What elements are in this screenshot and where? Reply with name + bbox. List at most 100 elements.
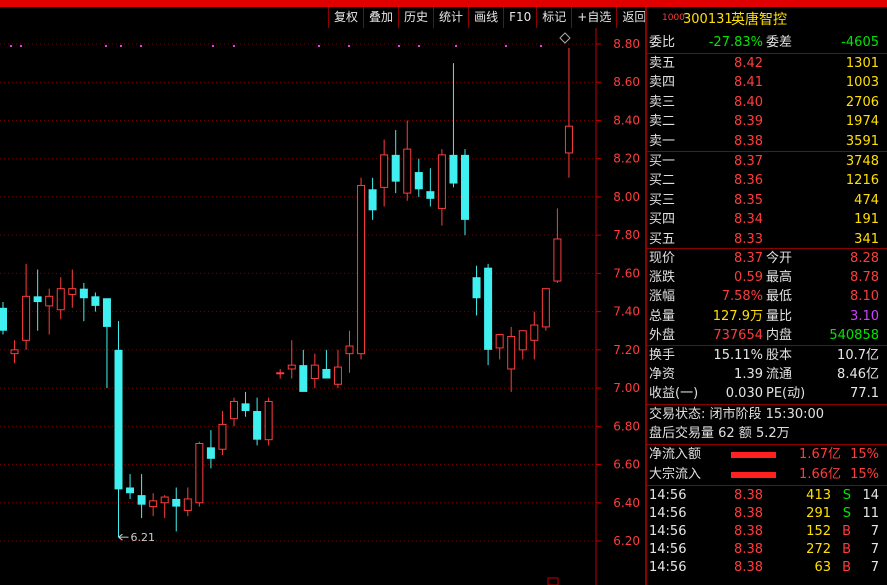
candle-body [149,500,158,508]
tick-volume: 152 [806,524,831,539]
y-tick-label: 8.00 [613,190,640,204]
toolbar-button-7[interactable]: +自选 [571,7,616,28]
ratio-row: 委比 -27.83% 委差 -4605 [647,33,887,52]
candle-body [79,288,88,299]
trade-status-text: 交易状态: 闭市阶段 15:30:00 [649,407,825,422]
tick-price: 8.38 [734,506,763,521]
ask-price: 8.40 [734,94,763,110]
tick-count: 11 [862,506,879,521]
ask-row[interactable]: 卖三 8.40 2706 [647,93,887,112]
quote-label: 最高 [766,270,793,286]
ask-label: 卖二 [649,114,676,130]
toolbar-button-6[interactable]: 标记 [536,7,571,28]
tick-price: 8.38 [734,524,763,539]
bid-price: 8.34 [734,212,763,228]
bid-row[interactable]: 买四 8.34 191 [647,210,887,229]
kline-chart[interactable]: 8.80 8.60 8.40 8.20 8.00 7.80 7.60 7.40 7.20 7.00… [0,28,643,585]
tick-time: 14:56 [649,506,687,521]
toolbar-button-4[interactable]: 画线 [468,7,503,28]
bid-row[interactable]: 买一 8.37 3748 [647,152,887,171]
tick-row[interactable]: 14:56 8.38 291 S 11 [647,504,887,523]
candle-body [126,487,135,494]
ask-row[interactable]: 卖四 8.41 1003 [647,73,887,92]
toolbar-button-3[interactable]: 统计 [433,7,468,28]
tick-row[interactable]: 14:56 8.38 272 B 7 [647,540,887,559]
signal-marker [233,45,235,47]
candle-body [160,496,169,504]
tick-time: 14:56 [649,560,687,575]
tick-row[interactable]: 14:56 8.38 152 B 7 [647,522,887,541]
stats-value: 77.1 [850,386,879,402]
stats-value: 15.11% [713,348,763,363]
quote-row: 涨幅 7.58% 最低 8.10 [647,287,887,306]
candle-body [68,288,77,295]
scroll-handle[interactable] [547,577,559,585]
quote-value: 8.37 [734,251,763,266]
y-tick-label: 6.60 [613,458,640,472]
top-red-strip [0,0,887,7]
ask-price: 8.39 [734,114,763,130]
stats-value: 10.7亿 [837,348,879,363]
quote-row: 总量 127.9万 量比 3.10 [647,307,887,326]
stats-row: 收益(一) 0.030 PE(动) 77.1 [647,384,887,403]
tick-time: 14:56 [649,542,687,557]
candle-body [403,148,412,194]
quote-label: 总量 [649,308,676,324]
stock-header: 1000 300131 英唐智控 [647,7,887,31]
bid-label: 买二 [649,173,676,189]
signal-marker [212,45,214,47]
y-tick-label: 8.80 [613,37,640,51]
y-tick-label: 7.00 [613,381,640,395]
toolbar-button-5[interactable]: F10 [503,7,536,28]
min-marker-label: 6.21 [131,531,156,544]
quote-row: 外盘 737654 内盘 540858 [647,326,887,345]
flow-amount: 1.67亿 [799,447,841,462]
tick-time: 14:56 [649,488,687,503]
tick-count: 14 [862,488,879,503]
bid-row[interactable]: 买二 8.36 1216 [647,171,887,190]
candle-body [472,277,481,299]
ask-row[interactable]: 卖一 8.38 3591 [647,132,887,151]
bid-price: 8.36 [734,173,763,189]
candle-body [195,443,204,504]
stats-label: 收益(一) [649,386,699,402]
tick-row[interactable]: 14:56 8.38 413 S 14 [647,486,887,505]
stats-label: 流通 [766,367,793,383]
candle-body [253,411,262,440]
quote-label: 外盘 [649,327,676,343]
toolbar-button-0[interactable]: 复权 [328,7,363,28]
signal-marker [105,45,107,47]
ask-volume: 1974 [845,114,879,130]
candle-body [530,324,539,341]
flow-amount: 1.66亿 [799,466,841,482]
ask-label: 卖四 [649,75,676,91]
candle-body [276,372,285,375]
candle-body [230,400,238,420]
quote-label: 最低 [766,289,793,305]
signal-marker [398,45,400,47]
flow-label: 净流入额 [649,447,702,462]
tick-row[interactable]: 14:56 8.38 63 B 7 [647,558,887,577]
candle-body [380,154,389,188]
signal-marker [418,45,420,47]
candle-body [368,189,377,211]
signal-marker [505,45,507,47]
stats-row: 净资 1.39 流通 8.46亿 [647,365,887,384]
y-tick-label: 6.20 [613,534,640,548]
bid-row[interactable]: 买三 8.35 474 [647,191,887,210]
y-tick-label: 6.80 [613,419,640,433]
toolbar-button-1[interactable]: 叠加 [363,7,398,28]
flow-label: 大宗流入 [649,466,702,482]
stats-value: 1.39 [734,367,763,383]
quote-value: 3.10 [850,308,879,324]
candle-body [241,403,250,412]
candle-body [287,364,296,370]
ask-row[interactable]: 卖五 8.42 1301 [647,54,887,73]
tick-volume: 291 [806,506,831,521]
ask-volume: 1301 [845,56,879,71]
y-tick-label: 7.20 [613,343,640,357]
toolbar-button-2[interactable]: 历史 [398,7,433,28]
ask-row[interactable]: 卖二 8.39 1974 [647,112,887,131]
candle-body [322,368,331,379]
bid-row[interactable]: 买五 8.33 341 [647,230,887,249]
